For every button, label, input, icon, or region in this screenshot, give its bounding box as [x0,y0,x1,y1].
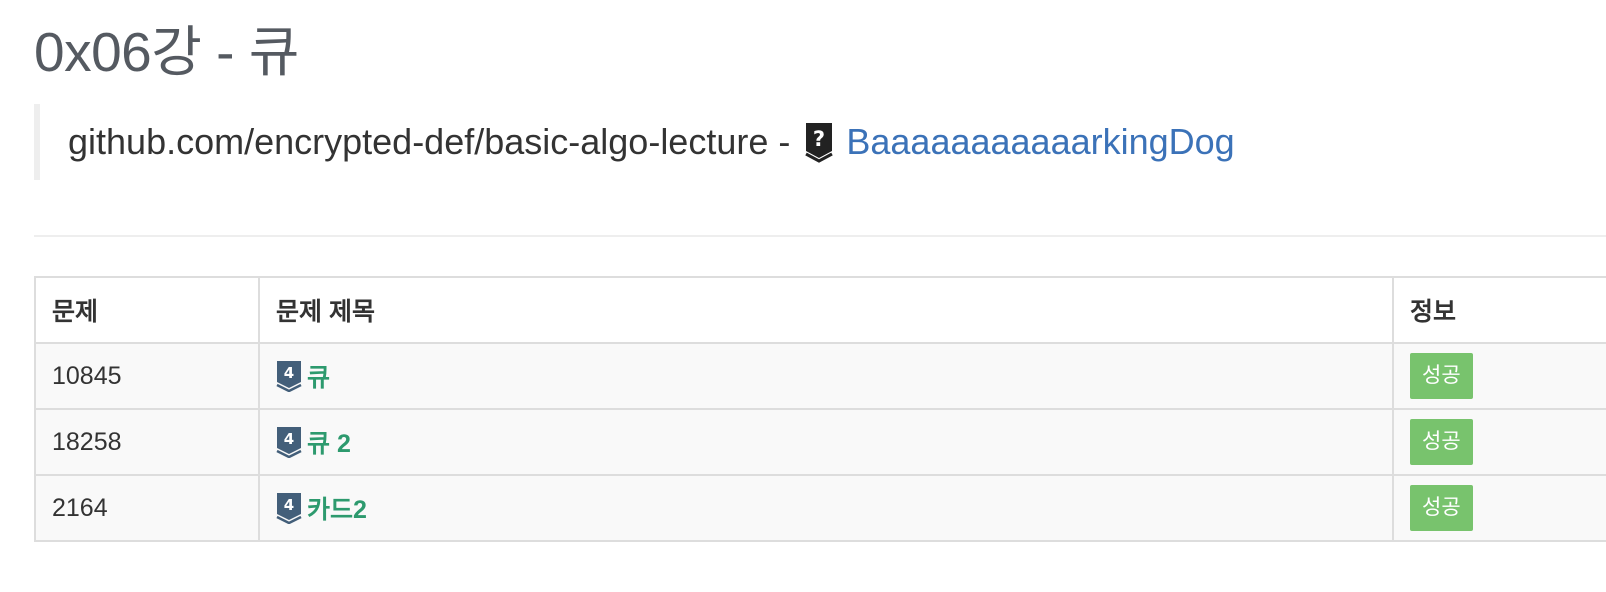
unranked-question-badge-icon: ? [805,123,834,163]
tier-badge-icon: 4 [276,493,302,524]
problem-title-cell: 4 카드2 [258,474,1394,542]
problem-table: 문제 문제 제목 정보 10845 4 큐 성공 18258 4 큐 2 성공 … [34,276,1606,542]
header-problem-id: 문제 [34,276,260,344]
problem-id-link[interactable]: 18258 [52,428,122,456]
problem-id-link[interactable]: 2164 [52,494,108,522]
separator: - [778,121,791,162]
problem-id: 2164 [34,474,260,542]
problem-title-cell: 4 큐 [258,342,1394,410]
problem-title-link[interactable]: 카드2 [307,496,367,524]
workbook-info: github.com/encrypted-def/basic-algo-lect… [34,104,1534,180]
problem-id: 18258 [34,408,260,476]
status-badge[interactable]: 성공 [1410,485,1473,531]
info-cell: 성공 [1392,342,1606,410]
tier-badge-icon: 4 [276,427,302,458]
author-link[interactable]: BaaaaaaaaaaarkingDog [846,121,1234,163]
status-badge[interactable]: 성공 [1410,353,1473,399]
problem-id-link[interactable]: 10845 [52,362,122,390]
problem-title-link[interactable]: 큐 [307,364,330,392]
problem-title-link[interactable]: 큐 2 [307,430,351,458]
tier-badge-icon: 4 [276,361,302,392]
tier-number: 4 [284,430,294,448]
repo-text: github.com/encrypted-def/basic-algo-lect… [68,121,769,162]
table-row: 10845 4 큐 성공 [34,342,1606,410]
page-title: 0x06강 - 큐 [34,21,299,83]
page: 0x06강 - 큐 github.com/encrypted-def/basic… [0,0,1606,592]
info-cell: 성공 [1392,408,1606,476]
problem-title-cell: 4 큐 2 [258,408,1394,476]
svg-text:?: ? [813,127,825,151]
table-header-row: 문제 문제 제목 정보 [34,276,1606,344]
tier-number: 4 [284,364,294,382]
info-cell: 성공 [1392,474,1606,542]
status-badge[interactable]: 성공 [1410,419,1473,465]
table-row: 18258 4 큐 2 성공 [34,408,1606,476]
table-row: 2164 4 카드2 성공 [34,474,1606,542]
header-info: 정보 [1392,276,1606,344]
tier-number: 4 [284,496,294,514]
problem-id: 10845 [34,342,260,410]
header-problem-title: 문제 제목 [258,276,1394,344]
divider [34,235,1606,237]
